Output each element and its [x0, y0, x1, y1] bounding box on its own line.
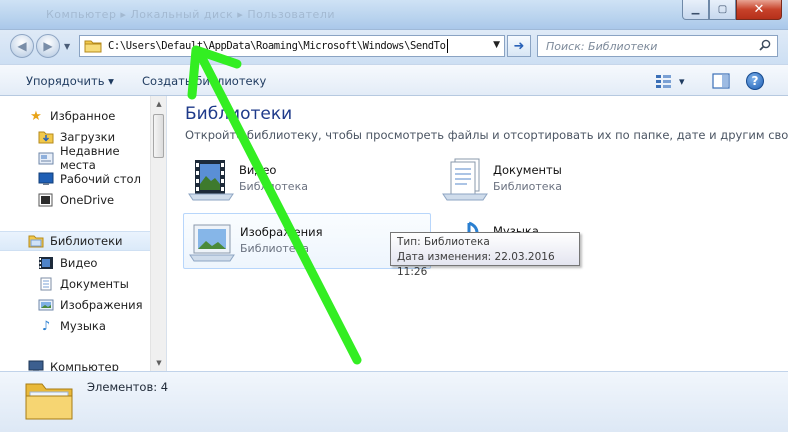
star-icon: ★ [30, 108, 42, 124]
video-icon [38, 255, 54, 271]
page-title: Библиотеки [185, 104, 293, 124]
library-videos[interactable]: Видео Библиотека [183, 152, 431, 208]
organize-button[interactable]: Упорядочить ▾ [26, 74, 114, 88]
library-type: Библиотека [493, 180, 562, 193]
navigation-bar: ◀ ▶ ▼ C:\Users\Default\AppData\Roaming\M… [0, 30, 788, 64]
sidebar-item-music[interactable]: ♪ Музыка [0, 316, 150, 336]
sidebar-item-videos[interactable]: Видео [0, 253, 150, 273]
sidebar-item-label: Изображения [60, 298, 143, 312]
change-view-button[interactable]: ▾ [655, 71, 685, 91]
sidebar-item-label: Избранное [50, 109, 116, 123]
library-documents[interactable]: Документы Библиотека [437, 152, 687, 208]
command-bar: Упорядочить ▾ Создать библиотеку ▾ ? [0, 64, 788, 96]
scroll-thumb[interactable] [153, 114, 164, 158]
sidebar-item-label: Библиотеки [50, 234, 123, 248]
search-placeholder: Поиск: Библиотеки [546, 39, 658, 53]
sidebar-item-favorites[interactable]: ★ Избранное [0, 106, 150, 126]
address-dropdown[interactable]: ▼ [493, 40, 500, 50]
page-description: Откройте библиотеку, чтобы просмотреть ф… [185, 128, 788, 142]
title-bar: Компьютер ▸ Локальный диск ▸ Пользовател… [0, 0, 788, 30]
help-icon: ? [746, 72, 764, 90]
maximize-button[interactable]: ▢ [709, 0, 736, 20]
libraries-folder-icon [25, 383, 73, 420]
sidebar-item-label: Рабочий стол [60, 172, 141, 186]
back-button[interactable]: ◀ [10, 34, 34, 58]
sidebar-item-images[interactable]: Изображения [0, 295, 150, 315]
sidebar-item-label: Видео [60, 256, 98, 270]
sidebar-item-computer[interactable]: Компьютер [0, 357, 150, 371]
sidebar-item-label: OneDrive [60, 193, 115, 207]
scroll-down-arrow[interactable]: ▼ [151, 355, 167, 371]
help-button[interactable]: ? [746, 71, 764, 91]
tooltip-modified-date: Дата изменения: 22.03.2016 11:26 [397, 251, 555, 278]
library-name: Видео [239, 163, 277, 177]
sidebar-item-label: Музыка [60, 319, 106, 333]
sidebar-scrollbar[interactable]: ▲ ▼ [150, 96, 166, 371]
library-name: Изображения [240, 225, 323, 239]
preview-pane-button[interactable] [712, 71, 730, 91]
sidebar-item-label: Документы [60, 277, 129, 291]
sidebar-item-onedrive[interactable]: OneDrive [0, 190, 150, 210]
minimize-button[interactable]: ▁ [682, 0, 709, 20]
folder-icon [84, 40, 102, 53]
sidebar-item-label: Недавние места [60, 144, 120, 172]
libraries-icon [28, 233, 44, 249]
scroll-up-arrow[interactable]: ▲ [151, 96, 167, 112]
computer-icon [28, 359, 44, 371]
forward-button[interactable]: ▶ [36, 34, 60, 58]
text-caret [446, 39, 448, 53]
navigation-pane: ★ Избранное Загрузки Недавние места Рабо… [0, 96, 150, 371]
search-icon[interactable] [759, 39, 771, 51]
recent-pages-dropdown[interactable]: ▼ [64, 42, 70, 51]
sidebar-item-recent[interactable]: Недавние места [0, 144, 150, 172]
tooltip-type: Тип: Библиотека [397, 236, 490, 248]
address-input[interactable]: C:\Users\Default\AppData\Roaming\Microso… [108, 40, 446, 52]
sidebar-item-label: Компьютер [50, 360, 119, 371]
sidebar-item-label: Загрузки [60, 130, 116, 144]
music-note-icon: ♪ [41, 318, 51, 334]
documents-library-icon [442, 158, 488, 201]
preview-pane-icon [712, 73, 730, 89]
details-pane: Элементов: 4 [0, 371, 788, 432]
recent-places-icon [38, 150, 54, 166]
sidebar-item-documents[interactable]: Документы [0, 274, 150, 294]
desktop-icon [38, 171, 54, 187]
window-controls: ▁ ▢ ✕ [682, 0, 782, 20]
images-library-icon [189, 224, 235, 262]
library-name: Документы [493, 163, 562, 177]
go-button[interactable]: ➜ [507, 35, 531, 57]
library-type: Библиотека [240, 242, 309, 255]
close-button[interactable]: ✕ [736, 0, 782, 20]
item-count: Элементов: 4 [87, 380, 169, 394]
sidebar-item-libraries[interactable]: Библиотеки [0, 231, 150, 251]
library-type: Библиотека [239, 180, 308, 193]
video-library-icon [188, 160, 234, 201]
sidebar-item-desktop[interactable]: Рабочий стол [0, 169, 150, 189]
search-input[interactable]: Поиск: Библиотеки [537, 35, 778, 57]
onedrive-icon [38, 192, 54, 208]
downloads-folder-icon [38, 129, 54, 145]
item-tooltip: Тип: Библиотека Дата изменения: 22.03.20… [390, 232, 580, 278]
window-title: Компьютер ▸ Локальный диск ▸ Пользовател… [46, 8, 336, 21]
create-library-button[interactable]: Создать библиотеку [142, 74, 266, 88]
documents-icon [38, 276, 54, 292]
view-icon [656, 75, 671, 88]
address-bar[interactable]: C:\Users\Default\AppData\Roaming\Microso… [79, 35, 505, 57]
images-icon [38, 297, 54, 313]
view-dropdown[interactable]: ▾ [679, 75, 685, 88]
